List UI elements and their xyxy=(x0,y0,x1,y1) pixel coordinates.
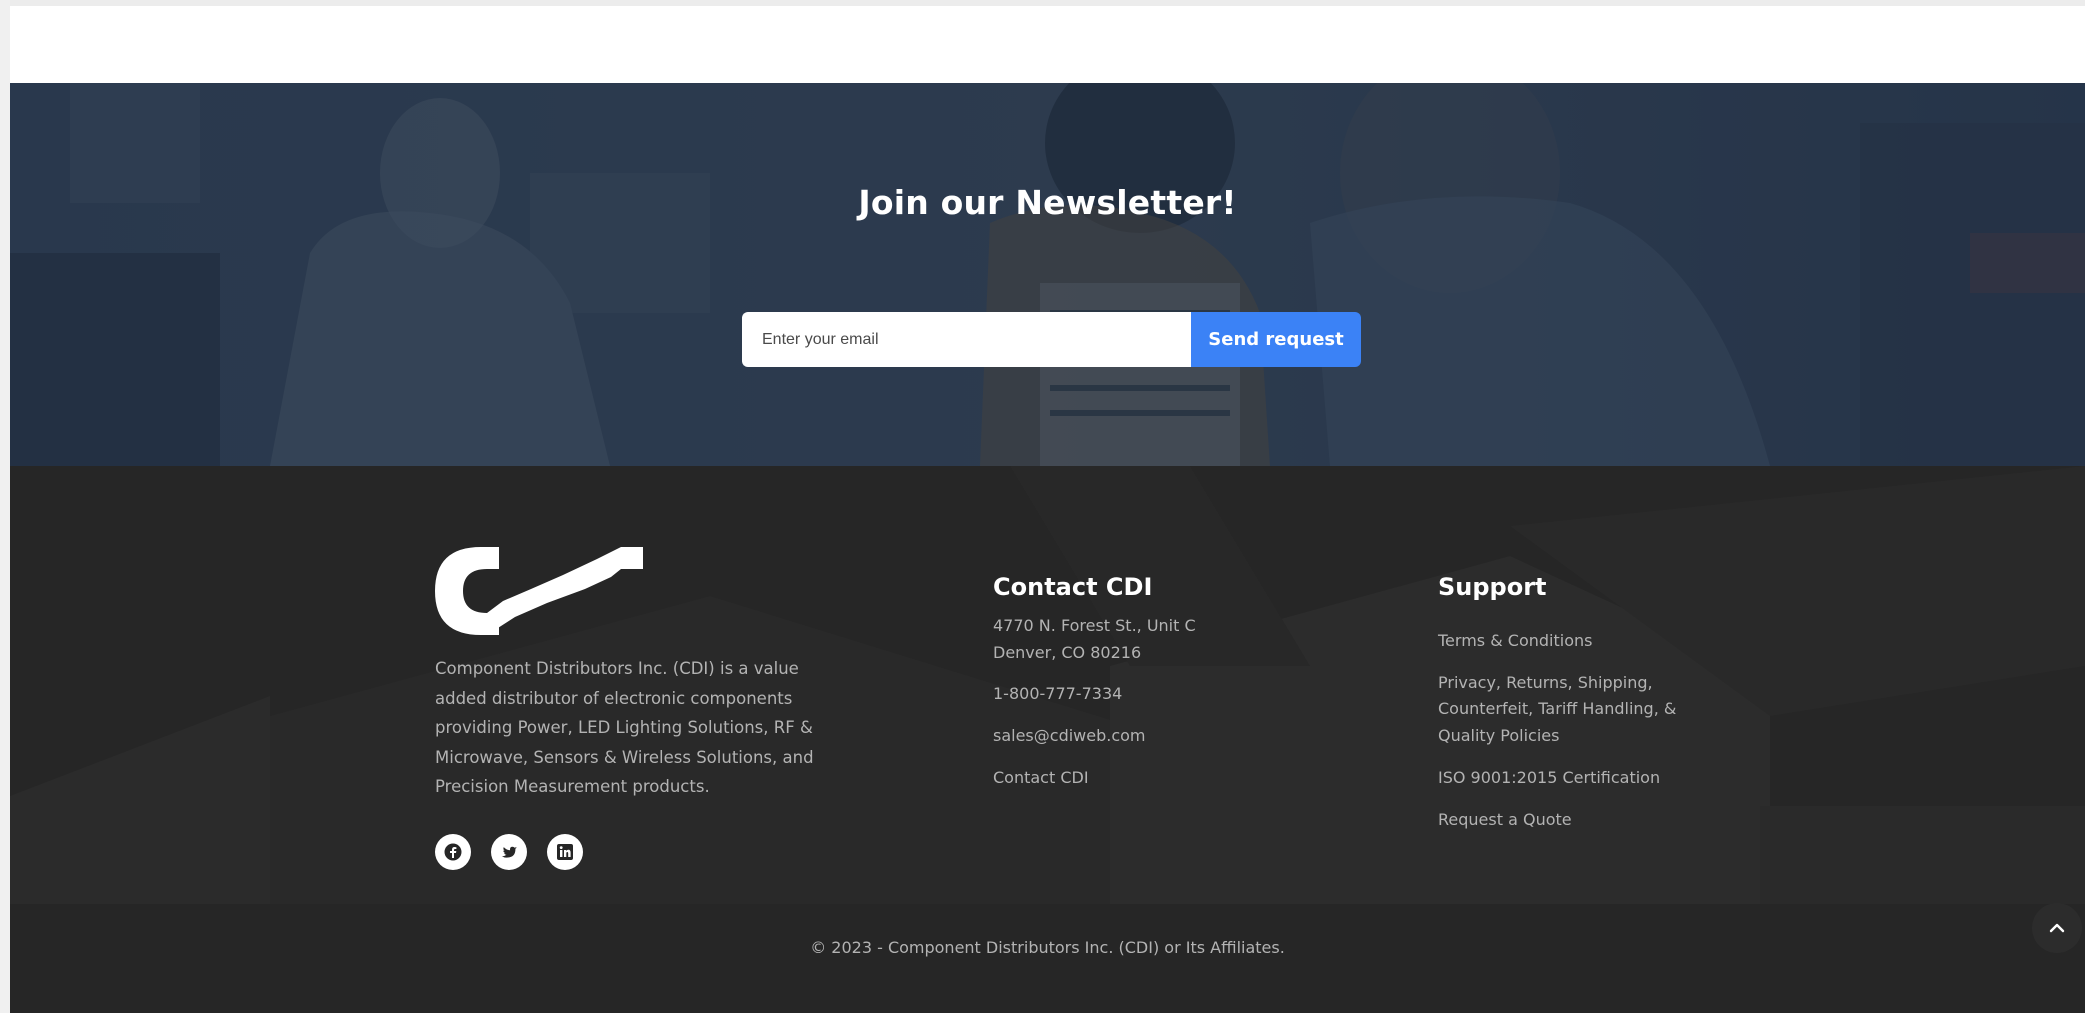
terms-link[interactable]: Terms & Conditions xyxy=(1438,628,1592,655)
twitter-icon xyxy=(501,846,517,858)
linkedin-icon xyxy=(557,844,573,860)
newsletter-form: Send request xyxy=(742,312,1361,367)
newsletter-section: Join our Newsletter! Send request xyxy=(10,83,2085,466)
copyright-bar xyxy=(10,904,2085,1013)
newsletter-email-input[interactable] xyxy=(742,312,1191,367)
policies-link-line-1[interactable]: Privacy, Returns, Shipping, xyxy=(1438,670,1653,697)
site-footer: Component Distributors Inc. (CDI) is a v… xyxy=(10,466,2085,1013)
social-links xyxy=(435,834,583,870)
contact-heading: Contact CDI xyxy=(993,573,1153,601)
address-line-1: 4770 N. Forest St., Unit C xyxy=(993,616,1196,635)
policies-link-line-2[interactable]: Counterfeit, Tariff Handling, & xyxy=(1438,696,1676,723)
header-blank-area xyxy=(10,6,2085,83)
policies-link-line-3[interactable]: Quality Policies xyxy=(1438,723,1559,750)
newsletter-overlay xyxy=(10,83,2085,466)
facebook-link[interactable] xyxy=(435,834,471,870)
request-quote-link[interactable]: Request a Quote xyxy=(1438,807,1572,834)
iso-certification-link[interactable]: ISO 9001:2015 Certification xyxy=(1438,765,1660,792)
support-heading: Support xyxy=(1438,573,1547,601)
send-request-button[interactable]: Send request xyxy=(1191,312,1361,367)
contact-cdi-link[interactable]: Contact CDI xyxy=(993,765,1089,792)
newsletter-title: Join our Newsletter! xyxy=(858,183,1237,222)
chevron-up-icon xyxy=(2049,923,2065,933)
twitter-link[interactable] xyxy=(491,834,527,870)
address-line-2: Denver, CO 80216 xyxy=(993,643,1142,662)
phone-link[interactable]: 1-800-777-7334 xyxy=(993,681,1122,708)
left-edge-strip xyxy=(0,0,10,1013)
copyright-text: © 2023 - Component Distributors Inc. (CD… xyxy=(810,938,1285,957)
cdi-logo xyxy=(435,547,643,635)
email-link[interactable]: sales@cdiweb.com xyxy=(993,723,1146,750)
linkedin-link[interactable] xyxy=(547,834,583,870)
company-description: Component Distributors Inc. (CDI) is a v… xyxy=(435,659,814,797)
back-to-top-button[interactable] xyxy=(2032,903,2082,953)
page: Join our Newsletter! Send request Compon… xyxy=(0,0,2085,1013)
facebook-icon xyxy=(444,843,462,861)
